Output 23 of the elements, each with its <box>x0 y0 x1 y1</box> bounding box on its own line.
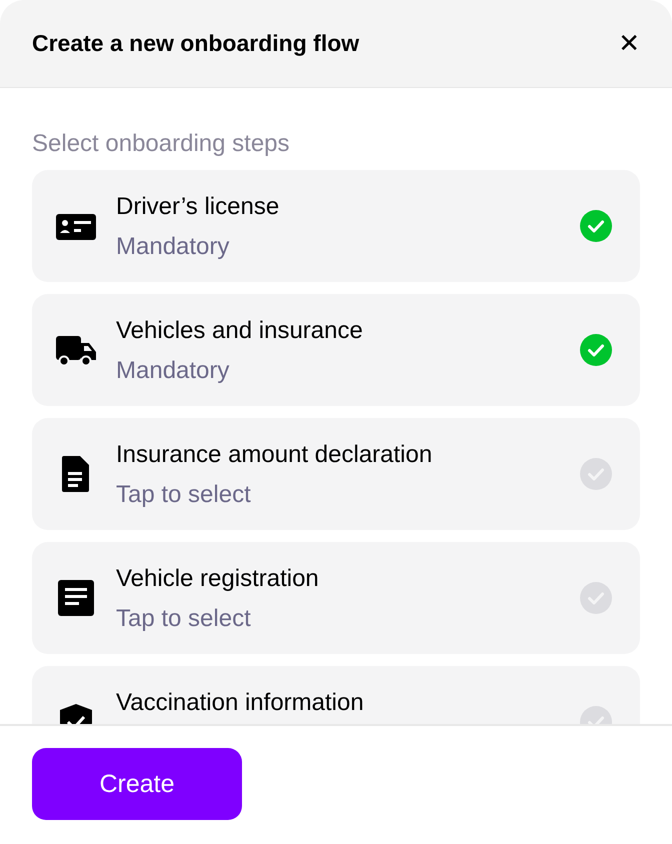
step-title: Vehicles and insurance <box>116 316 364 346</box>
step-title: Insurance amount declaration <box>116 440 434 470</box>
check-icon[interactable] <box>580 210 612 242</box>
step-card[interactable]: Vehicle registration Tap to select <box>32 542 640 654</box>
step-card[interactable]: Vehicles and insurance Mandatory <box>32 294 640 406</box>
step-title: Driver’s license <box>116 192 280 222</box>
step-card[interactable]: Vaccination information <box>32 666 640 724</box>
section-label: Select onboarding steps <box>32 129 291 159</box>
step-status: Mandatory <box>116 356 230 386</box>
dialog-title: Create a new onboarding flow <box>32 30 360 57</box>
check-icon[interactable] <box>580 582 612 614</box>
check-icon[interactable] <box>580 334 612 366</box>
step-title: Vehicle registration <box>116 564 320 594</box>
step-status: Tap to select <box>116 480 252 510</box>
step-card[interactable]: Driver’s license Mandatory <box>32 170 640 282</box>
check-icon[interactable] <box>580 458 612 490</box>
create-button[interactable]: Create <box>32 748 242 820</box>
close-button[interactable]: ✕ <box>618 28 640 58</box>
step-status: Mandatory <box>116 232 230 262</box>
step-status: Tap to select <box>116 604 252 634</box>
step-title: Vaccination information <box>116 688 365 718</box>
document-icon <box>56 578 96 618</box>
step-card[interactable]: Insurance amount declaration Tap to select <box>32 418 640 530</box>
